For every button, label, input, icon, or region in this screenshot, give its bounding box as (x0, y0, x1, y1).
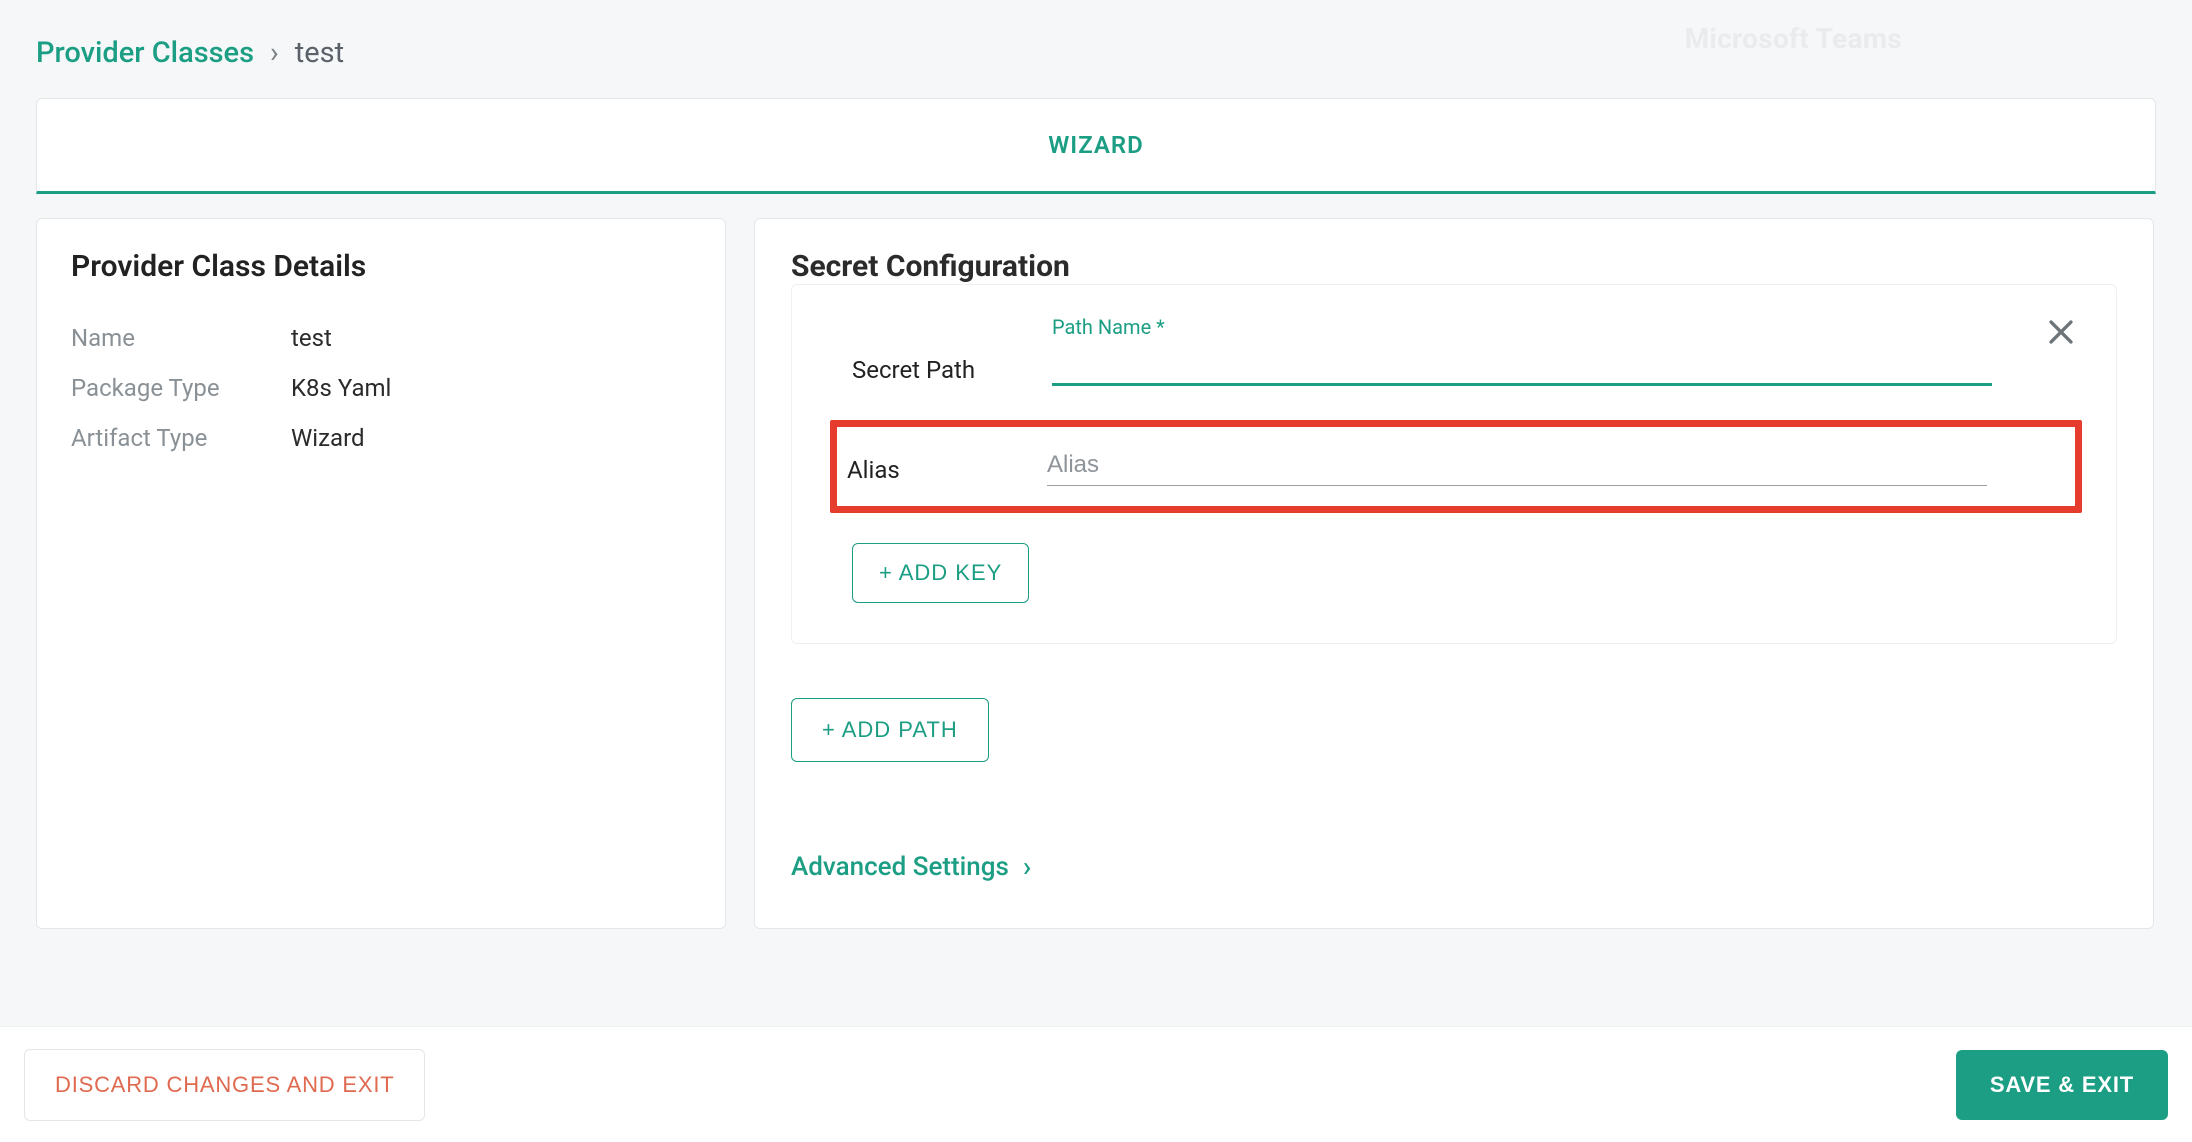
advanced-settings-label: Advanced Settings (791, 852, 1009, 882)
provider-class-details-panel: Provider Class Details Name test Package… (36, 218, 726, 929)
path-name-input[interactable] (1052, 345, 1992, 386)
tab-wizard[interactable]: WIZARD (1048, 131, 1144, 159)
watermark-text: Microsoft Teams (1685, 22, 1902, 55)
save-exit-button[interactable]: SAVE & EXIT (1956, 1050, 2168, 1120)
secret-configuration-panel: Secret Configuration Secret Path Path Na… (754, 218, 2154, 929)
chevron-right-icon: › (1023, 853, 1031, 881)
alias-highlight-box: Alias (830, 420, 2082, 513)
detail-artifact-label: Artifact Type (71, 424, 291, 452)
breadcrumb-separator: › (270, 36, 279, 70)
advanced-settings-toggle[interactable]: Advanced Settings › (791, 852, 1031, 882)
detail-package-label: Package Type (71, 374, 291, 402)
breadcrumb-root-link[interactable]: Provider Classes (36, 36, 254, 70)
add-key-button[interactable]: + ADD KEY (852, 543, 1029, 603)
detail-row-name: Name test (71, 324, 691, 352)
details-title: Provider Class Details (71, 249, 691, 284)
detail-artifact-value: Wizard (291, 424, 365, 452)
path-name-floating-label: Path Name * (1052, 315, 1165, 339)
breadcrumb-current: test (295, 36, 344, 70)
alias-input[interactable] (1047, 447, 1987, 486)
alias-label: Alias (847, 456, 1047, 486)
detail-row-package: Package Type K8s Yaml (71, 374, 691, 402)
secret-path-row: Secret Path Path Name * (852, 345, 2056, 386)
discard-button[interactable]: DISCARD CHANGES AND EXIT (24, 1049, 425, 1121)
tab-bar: WIZARD (36, 98, 2156, 194)
detail-row-artifact: Artifact Type Wizard (71, 424, 691, 452)
detail-package-value: K8s Yaml (291, 374, 391, 402)
secret-config-title: Secret Configuration (791, 249, 2117, 284)
secret-path-group: Secret Path Path Name * Alias + ADD KEY (791, 284, 2117, 644)
add-path-button[interactable]: + ADD PATH (791, 698, 989, 762)
secret-path-label: Secret Path (852, 356, 1052, 386)
alias-row: Alias (847, 447, 2049, 486)
detail-name-label: Name (71, 324, 291, 352)
close-icon[interactable] (2044, 315, 2078, 349)
detail-name-value: test (291, 324, 332, 352)
footer-bar: DISCARD CHANGES AND EXIT SAVE & EXIT (0, 1026, 2192, 1142)
